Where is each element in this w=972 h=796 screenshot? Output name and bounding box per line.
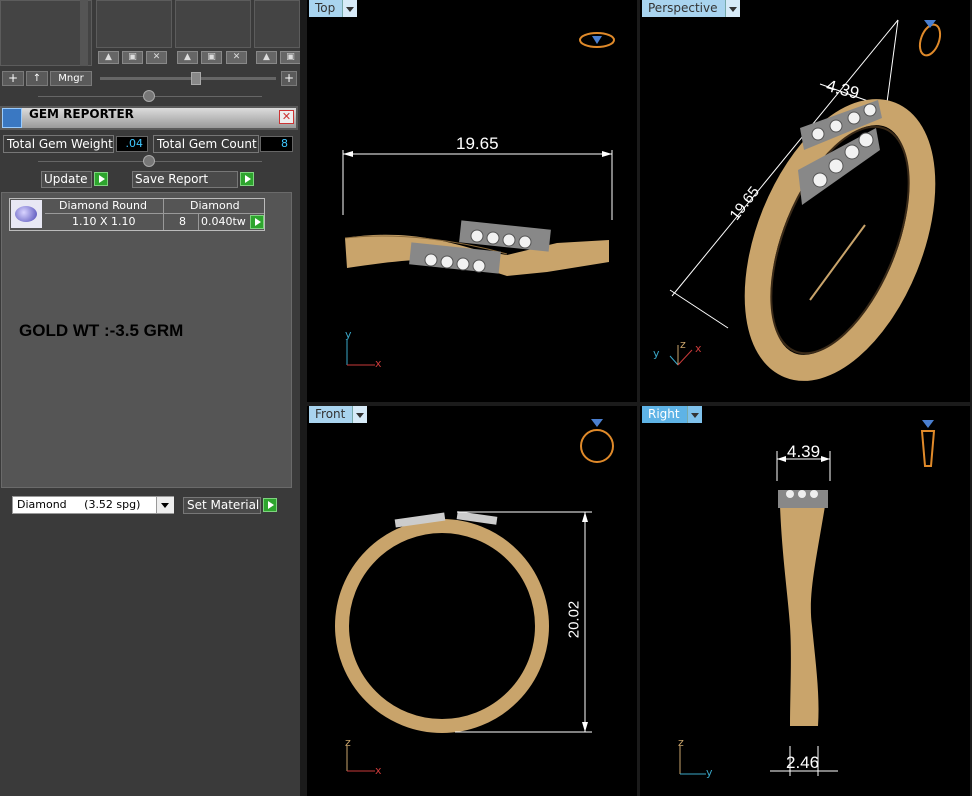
viewport-right[interactable]: Right 4.39 2.46 z y	[640, 406, 970, 796]
diamond-round-icon	[11, 200, 42, 228]
gem-setting-front	[409, 242, 501, 274]
viewport-perspective[interactable]: Perspective 4.39 19.65 y z x	[640, 0, 970, 402]
gem-weight-cell: 0.040tw	[201, 215, 246, 228]
gem-row-go-icon[interactable]	[250, 215, 264, 229]
gem-material-header: Diamond	[190, 199, 240, 212]
move-up-button[interactable]: ▲	[177, 51, 198, 64]
axis-x-label: x	[375, 357, 382, 370]
total-count-label: Total Gem Count	[157, 137, 257, 151]
material-select[interactable]: Diamond (3.52 spg)	[12, 496, 174, 514]
move-up-button[interactable]: ▲	[256, 51, 277, 64]
total-count-value: 8	[260, 136, 293, 152]
viewport-top[interactable]: Top 19.65 y x	[307, 0, 637, 402]
chevron-down-icon[interactable]	[156, 497, 174, 513]
gem-count-cell: 8	[179, 215, 186, 228]
total-weight-label: Total Gem Weight	[7, 137, 113, 151]
axis-x-label: x	[695, 342, 702, 355]
axis-y-label: y	[653, 347, 660, 360]
zoom-slider-handle[interactable]	[191, 72, 201, 85]
perspective-view-drawing	[669, 19, 942, 381]
gem-size-cell: 1.10 X 1.10	[72, 215, 136, 228]
right-view-drawing	[679, 420, 936, 776]
zoom-in-button[interactable]: +	[281, 71, 297, 86]
gem-reporter-icon	[2, 108, 22, 128]
left-panel: ▲ ▣ ✕ ▲ ▣ ✕ ▲ ▣ + ↑ Mngr + GEM REPORTER …	[0, 0, 301, 796]
ring-body	[780, 491, 828, 726]
axis-z-label: z	[345, 736, 351, 749]
asset-thumbnail[interactable]	[175, 0, 251, 48]
ring-body	[335, 519, 549, 733]
thumbnail-scrollbar[interactable]	[80, 0, 88, 66]
gold-weight-note: GOLD WT :-3.5 GRM	[19, 321, 184, 340]
gem-shape-header: Diamond Round	[59, 199, 147, 212]
save-report-go-icon[interactable]	[240, 172, 254, 186]
gem-stones	[786, 490, 818, 498]
axis-z-label: z	[678, 736, 684, 749]
close-icon[interactable]: ✕	[279, 110, 294, 124]
asset-thumbnail[interactable]	[0, 0, 92, 66]
set-material-go-icon[interactable]	[263, 498, 277, 512]
dimension-depth: 4.39	[787, 442, 821, 461]
front-view-drawing	[335, 419, 614, 772]
asset-thumbnail[interactable]	[96, 0, 172, 48]
move-up-button[interactable]: ▲	[98, 51, 119, 64]
add-button[interactable]: +	[2, 71, 24, 86]
save-report-label: Save Report	[135, 172, 209, 186]
axis-z-label: z	[680, 338, 686, 351]
dimension-band-width: 2.46	[786, 753, 820, 772]
ring-orientation-icon	[918, 20, 942, 57]
zoom-slider-track[interactable]	[100, 77, 276, 80]
up-button[interactable]: ↑	[26, 71, 48, 86]
collapse-toggle-icon[interactable]	[143, 90, 155, 102]
close-icon[interactable]: ✕	[226, 51, 247, 64]
ring-orientation-icon	[920, 420, 936, 467]
axis-y-label: y	[706, 766, 713, 779]
update-go-icon[interactable]	[94, 172, 108, 186]
set-material-label: Set Material	[187, 498, 260, 512]
update-label: Update	[44, 172, 88, 186]
gem-marker-icon	[592, 36, 602, 44]
save-icon[interactable]: ▣	[201, 51, 222, 64]
collapse-toggle-icon[interactable]	[143, 155, 155, 167]
save-icon[interactable]: ▣	[280, 51, 301, 64]
axis-y-label: y	[345, 328, 352, 341]
top-view-drawing	[342, 32, 615, 366]
dimension-height: 20.02	[565, 600, 583, 639]
viewport-front[interactable]: Front 20.02 z x	[307, 406, 637, 796]
manager-button[interactable]: Mngr	[50, 71, 92, 86]
asset-thumbnail[interactable]	[254, 0, 300, 48]
gem-reporter-title: GEM REPORTER	[29, 107, 134, 121]
row-divider	[45, 213, 264, 214]
close-icon[interactable]: ✕	[146, 51, 167, 64]
total-weight-value: .04	[116, 136, 148, 152]
dimension-width: 19.65	[456, 134, 499, 153]
save-icon[interactable]: ▣	[122, 51, 143, 64]
axis-x-label: x	[375, 764, 382, 777]
cell-divider	[198, 214, 199, 230]
cell-divider	[163, 214, 164, 230]
ring-orientation-icon	[580, 419, 614, 463]
